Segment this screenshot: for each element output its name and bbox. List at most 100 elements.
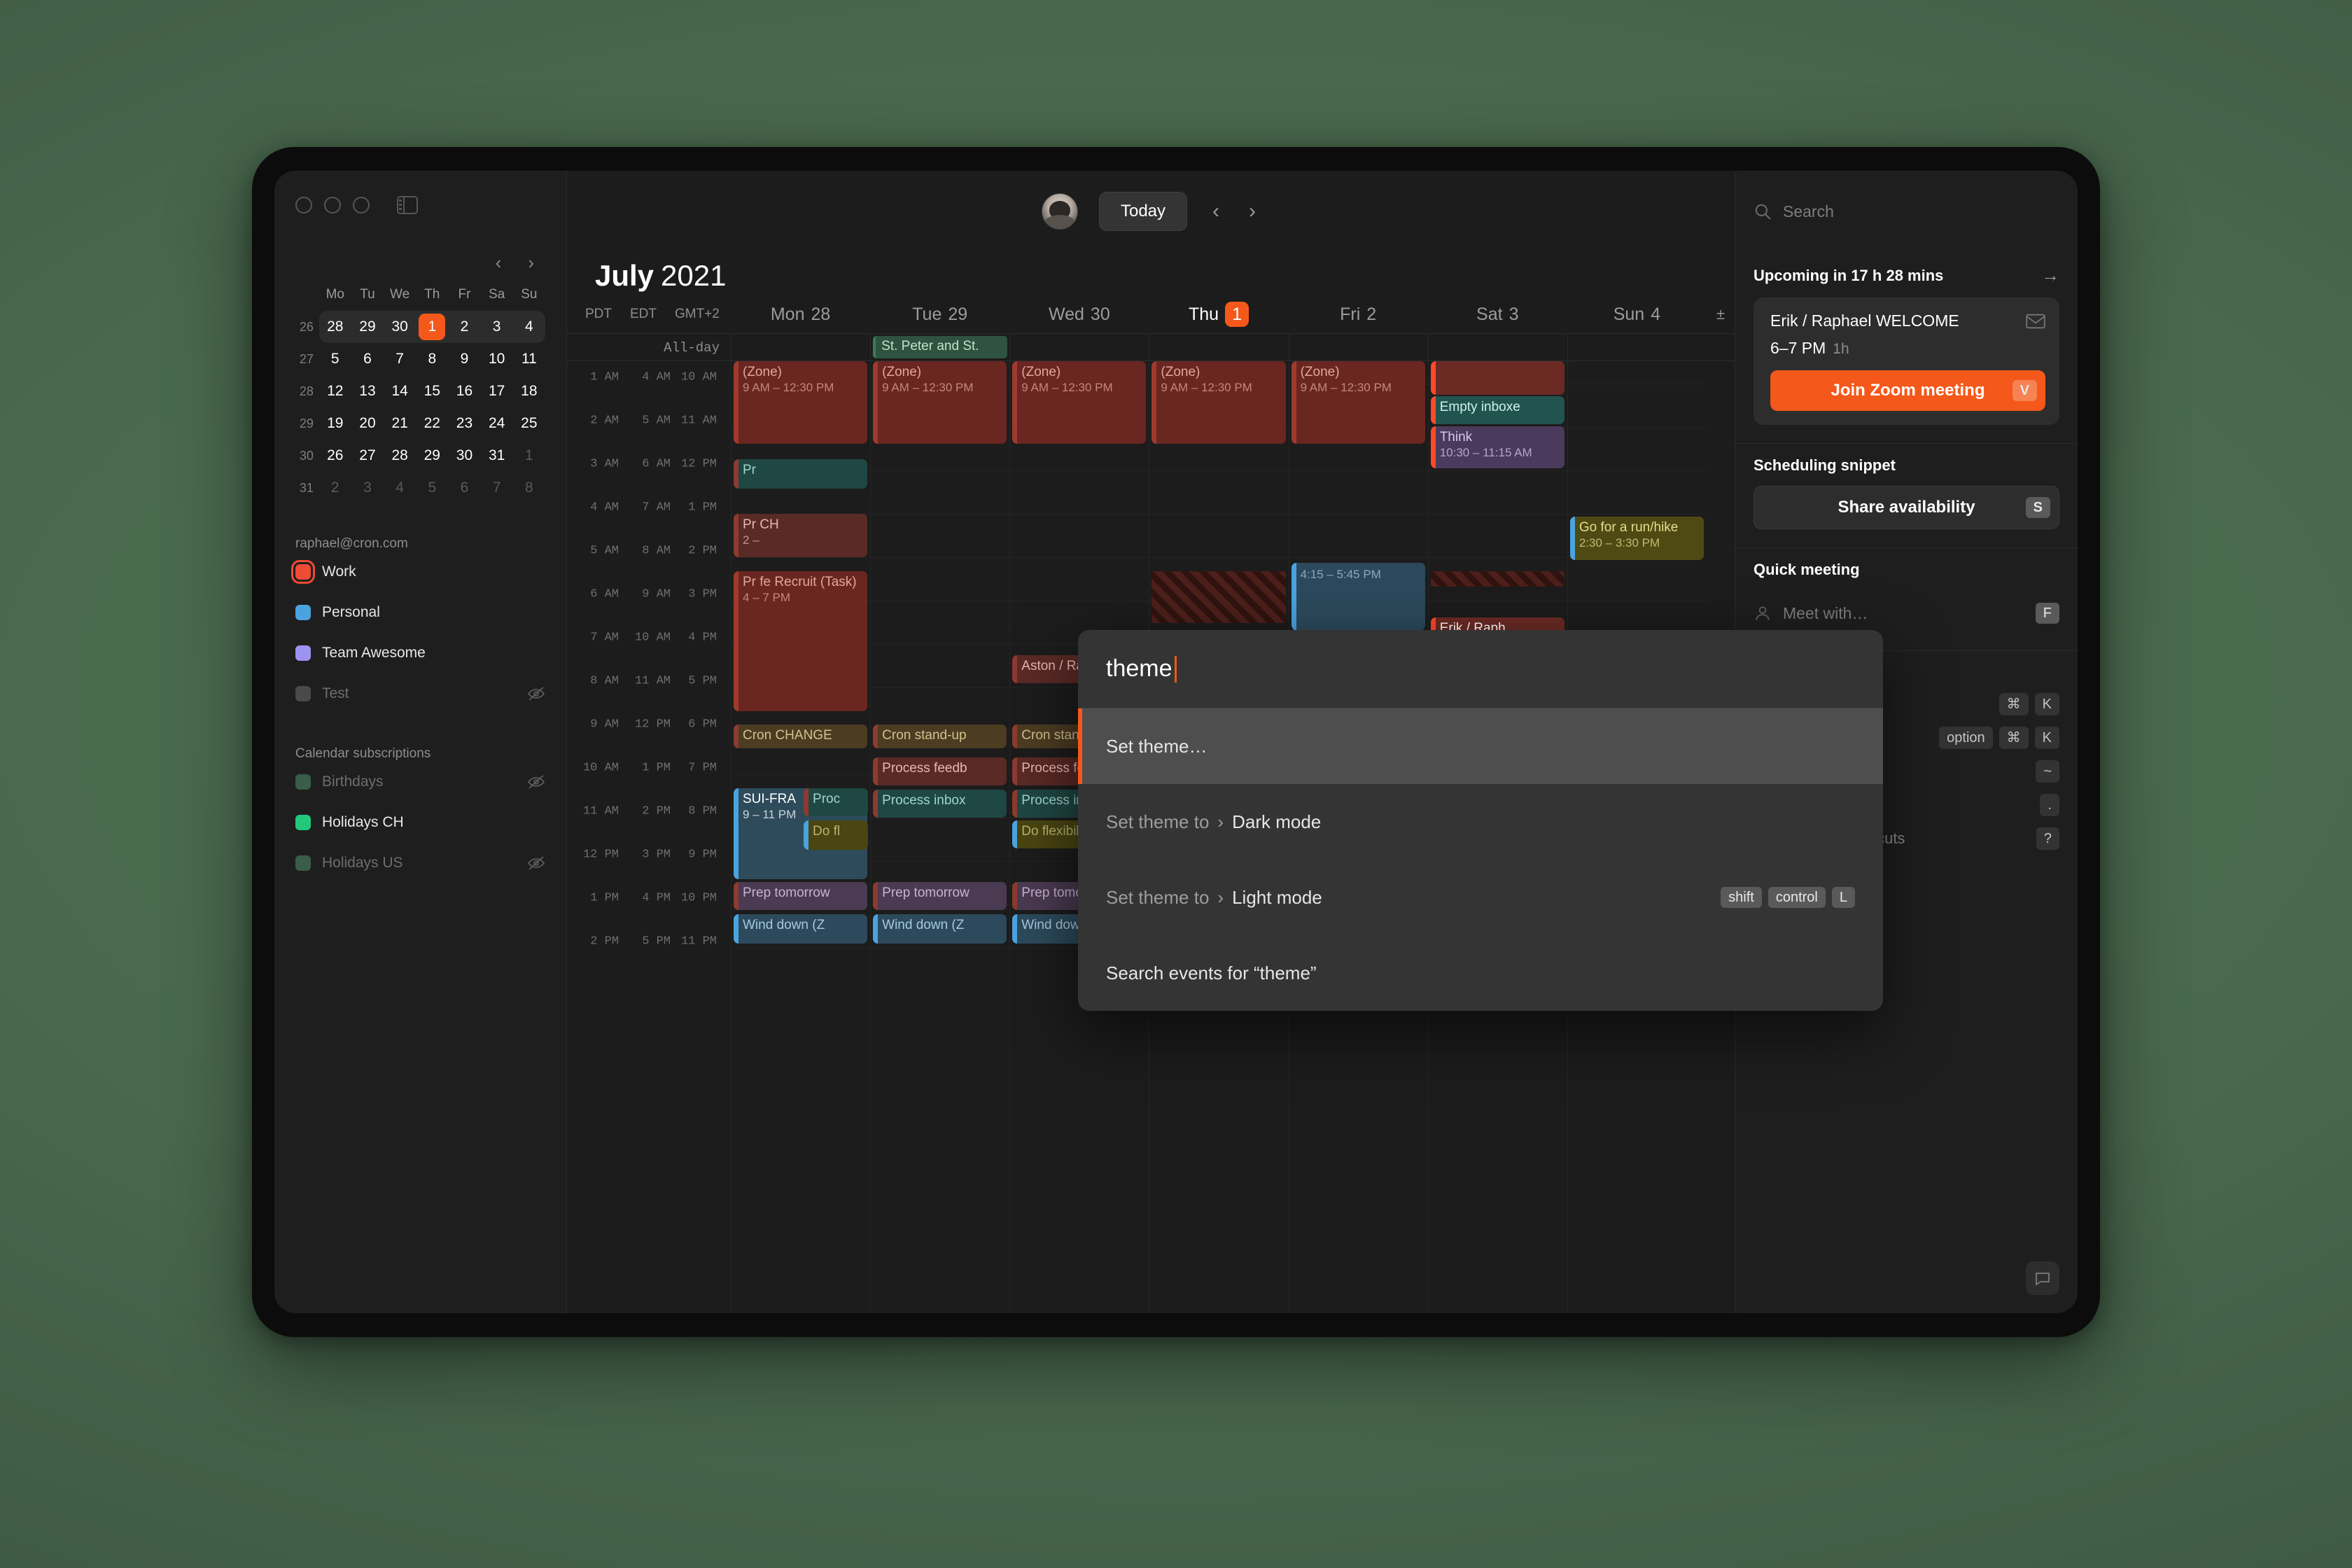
calendar-color-swatch[interactable] [295, 774, 311, 790]
mini-day-0-5[interactable]: 3 [481, 311, 513, 343]
day-header-0[interactable]: Mon 28 [731, 302, 870, 327]
close-icon[interactable] [295, 197, 312, 214]
palette-row-0[interactable]: Set theme… [1078, 708, 1883, 784]
mini-day-3-6[interactable]: 25 [513, 407, 545, 440]
day-header-2[interactable]: Wed 30 [1009, 302, 1149, 327]
day-header-4[interactable]: Fri 2 [1289, 302, 1428, 327]
mini-day-2-6[interactable]: 18 [513, 375, 545, 407]
eye-off-icon[interactable] [527, 855, 545, 871]
calendar-event[interactable] [1430, 571, 1564, 587]
mini-day-2-2[interactable]: 14 [384, 375, 416, 407]
day-header-5[interactable]: Sat 3 [1428, 302, 1567, 327]
calendar-color-swatch[interactable] [295, 686, 311, 701]
mini-day-3-1[interactable]: 20 [351, 407, 384, 440]
plus-minus-icon[interactable]: ± [1707, 305, 1735, 323]
calendar-event[interactable]: Pr CH 2 – [734, 514, 868, 557]
calendar-event[interactable] [1430, 361, 1564, 395]
calendar-event[interactable]: Process feedb [873, 757, 1007, 785]
mini-day-1-5[interactable]: 10 [481, 343, 513, 375]
all-day-cell-1[interactable]: St. Peter and St. [870, 334, 1009, 360]
calendar-color-swatch[interactable] [295, 605, 311, 620]
mini-day-4-5[interactable]: 31 [481, 440, 513, 472]
mini-day-4-4[interactable]: 30 [448, 440, 480, 472]
all-day-cell-6[interactable] [1567, 334, 1707, 360]
mini-day-3-5[interactable]: 24 [481, 407, 513, 440]
calendar-event[interactable]: 4:15 – 5:45 PM [1291, 563, 1425, 630]
mini-day-1-1[interactable]: 6 [351, 343, 384, 375]
calendar-event[interactable]: Proc [804, 788, 869, 816]
calendar-event[interactable]: Prep tomorrow [873, 882, 1007, 910]
mini-day-5-1[interactable]: 3 [351, 472, 384, 504]
mini-day-5-3[interactable]: 5 [416, 472, 448, 504]
mini-day-1-0[interactable]: 5 [319, 343, 351, 375]
calendar-color-swatch[interactable] [295, 645, 311, 661]
subscription-item-1[interactable]: Holidays CH [274, 802, 566, 843]
mini-day-1-2[interactable]: 7 [384, 343, 416, 375]
calendar-event[interactable]: (Zone) 9 AM – 12:30 PM [1012, 361, 1147, 444]
calendar-item-0[interactable]: Work [274, 552, 566, 592]
calendar-event[interactable]: Cron CHANGE [734, 724, 868, 748]
mini-day-0-0[interactable]: 28 [319, 311, 351, 343]
mini-day-4-2[interactable]: 28 [384, 440, 416, 472]
calendar-event[interactable]: Process inbox [873, 790, 1007, 818]
mini-day-5-4[interactable]: 6 [448, 472, 480, 504]
arrow-right-icon[interactable]: → [2041, 265, 2059, 286]
mini-day-5-6[interactable]: 8 [513, 472, 545, 504]
mini-day-4-1[interactable]: 27 [351, 440, 384, 472]
mini-day-2-3[interactable]: 15 [416, 375, 448, 407]
calendar-item-2[interactable]: Team Awesome [274, 633, 566, 673]
day-column-1[interactable]: (Zone) 9 AM – 12:30 PM Cron stand-up Proc… [870, 361, 1010, 1313]
share-availability-button[interactable]: Share availability S [1754, 486, 2059, 529]
mini-day-0-3[interactable]: 1 [416, 311, 448, 343]
minimize-icon[interactable] [324, 197, 341, 214]
calendar-event[interactable]: (Zone) 9 AM – 12:30 PM [1152, 361, 1286, 444]
upcoming-event-card[interactable]: Erik / Raphael WELCOME 6–7 PM 1h Join Zoo… [1754, 298, 2059, 425]
mini-day-3-4[interactable]: 23 [448, 407, 480, 440]
sidebar-panel-icon[interactable] [397, 196, 418, 214]
day-header-3[interactable]: Thu 1 [1149, 302, 1288, 327]
subscription-item-2[interactable]: Holidays US [274, 843, 566, 883]
command-palette-input[interactable]: theme [1078, 630, 1883, 708]
palette-row-1[interactable]: Set theme to › Dark mode [1078, 784, 1883, 860]
mini-day-5-0[interactable]: 2 [319, 472, 351, 504]
prev-week-icon[interactable]: ‹ [1208, 200, 1224, 223]
mini-day-2-4[interactable]: 16 [448, 375, 480, 407]
all-day-cell-0[interactable] [731, 334, 870, 360]
calendar-event[interactable]: (Zone) 9 AM – 12:30 PM [873, 361, 1007, 444]
mini-day-4-0[interactable]: 26 [319, 440, 351, 472]
search-bar[interactable]: Search [1735, 171, 2078, 252]
zoom-icon[interactable] [353, 197, 370, 214]
calendar-item-3[interactable]: Test [274, 673, 566, 714]
day-header-1[interactable]: Tue 29 [870, 302, 1009, 327]
day-header-6[interactable]: Sun 4 [1567, 302, 1707, 327]
eye-off-icon[interactable] [527, 686, 545, 701]
calendar-event[interactable]: Pr [734, 459, 868, 489]
mini-day-0-2[interactable]: 30 [384, 311, 416, 343]
calendar-event[interactable]: Pr fe Recruit (Task) 4 – 7 PM [734, 571, 868, 711]
palette-row-3[interactable]: Search events for “theme” [1078, 935, 1883, 1011]
palette-row-2[interactable]: Set theme to › Light mode shift control L [1078, 860, 1883, 935]
all-day-cell-3[interactable] [1149, 334, 1288, 360]
mini-day-3-3[interactable]: 22 [416, 407, 448, 440]
eye-off-icon[interactable] [527, 774, 545, 790]
chevron-right-icon[interactable]: › [528, 253, 534, 272]
subscription-item-0[interactable]: Birthdays [274, 762, 566, 802]
mini-day-5-2[interactable]: 4 [384, 472, 416, 504]
mini-day-2-5[interactable]: 17 [481, 375, 513, 407]
mail-icon[interactable] [2026, 314, 2045, 329]
command-palette[interactable]: theme Set theme… Set theme to › Dark mode … [1078, 630, 1883, 1011]
mini-day-1-6[interactable]: 11 [513, 343, 545, 375]
calendar-color-swatch[interactable] [295, 564, 311, 580]
mini-day-1-3[interactable]: 8 [416, 343, 448, 375]
all-day-event[interactable]: St. Peter and St. [873, 336, 1008, 358]
mini-day-2-0[interactable]: 12 [319, 375, 351, 407]
calendar-color-swatch[interactable] [295, 815, 311, 830]
mini-day-1-4[interactable]: 9 [448, 343, 480, 375]
calendar-event[interactable]: Empty inboxe [1430, 396, 1564, 424]
mini-day-4-3[interactable]: 29 [416, 440, 448, 472]
mini-day-2-1[interactable]: 13 [351, 375, 384, 407]
calendar-event[interactable]: Wind down (Z [734, 914, 868, 944]
all-day-cell-2[interactable] [1009, 334, 1149, 360]
calendar-event[interactable]: Cron stand-up [873, 724, 1007, 748]
mini-day-0-6[interactable]: 4 [513, 311, 545, 343]
